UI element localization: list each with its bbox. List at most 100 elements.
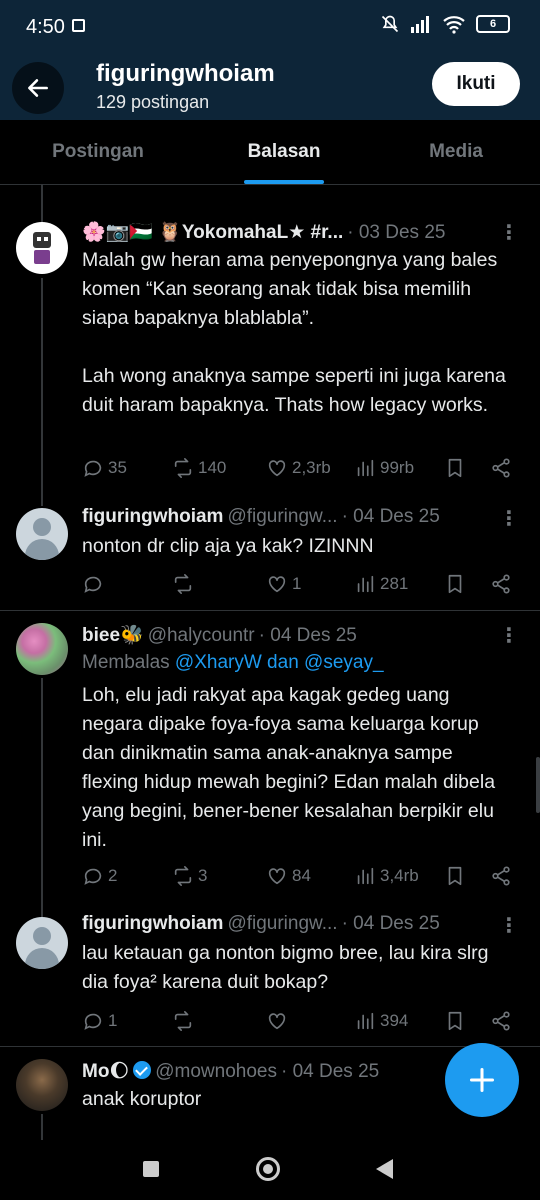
tab-label: Postingan xyxy=(52,141,144,162)
reply-icon xyxy=(84,576,102,593)
back-nav-button[interactable] xyxy=(376,1159,393,1179)
bookmark-button[interactable] xyxy=(444,1007,466,1035)
tweet-text: nonton dr clip aja ya kak? IZINNN xyxy=(82,535,374,557)
views-icon xyxy=(357,575,374,593)
bookmark-button[interactable] xyxy=(444,570,466,598)
view-count: 394 xyxy=(380,1011,409,1030)
replying-to-label: Membalas xyxy=(82,652,175,673)
tweet[interactable]: figuringwhoiam @figuringw... · 04 Des 25… xyxy=(0,901,540,1047)
like-count: 84 xyxy=(292,866,311,885)
repost-count: 140 xyxy=(198,458,227,477)
like-button[interactable]: 2,3rb xyxy=(266,454,331,482)
view-count: 99rb xyxy=(380,458,415,477)
views-button[interactable]: 99rb xyxy=(354,454,414,482)
reply-button[interactable] xyxy=(82,570,108,598)
tweet-date: · 03 Des 25 xyxy=(347,222,446,243)
display-name[interactable]: Mo🌔 xyxy=(82,1060,129,1083)
tweet-date: · 04 Des 25 xyxy=(281,1061,380,1082)
signal-icon xyxy=(411,16,429,33)
views-button[interactable]: 3,4rb xyxy=(354,862,419,890)
tweet-text: Loh, elu jadi rakyat apa kagak gedeg uan… xyxy=(82,684,501,851)
tweet-header: 🌸📷🇵🇸 🦉YokomahaL★ #r... · 03 Des 25 xyxy=(82,220,445,244)
reply-icon xyxy=(84,460,102,477)
avatar[interactable] xyxy=(16,917,68,969)
tab-media[interactable]: Media xyxy=(366,120,540,184)
views-button[interactable]: 281 xyxy=(354,570,408,598)
reply-icon xyxy=(84,868,102,885)
more-options-icon[interactable]: ⋮ xyxy=(499,220,519,245)
avatar[interactable] xyxy=(16,508,68,560)
tweet-header: Mo🌔 @mownohoes · 04 Des 25 xyxy=(82,1059,379,1083)
heart-icon xyxy=(268,460,286,477)
mute-icon xyxy=(381,15,399,33)
like-button[interactable]: 1 xyxy=(266,570,301,598)
tab-replies[interactable]: Balasan xyxy=(194,120,374,184)
tweet-text: Malah gw heran ama penyepongnya yang bal… xyxy=(82,249,506,416)
reply-button[interactable]: 35 xyxy=(82,454,127,482)
reply-button[interactable]: 1 xyxy=(82,1007,117,1035)
repost-button[interactable]: 140 xyxy=(172,454,226,482)
share-button[interactable] xyxy=(490,1007,512,1035)
replying-to-mentions[interactable]: @XharyW dan @seyay_ xyxy=(175,652,384,673)
tweet-actions: 35 140 2,3rb 99rb xyxy=(82,454,522,482)
tab-label: Media xyxy=(429,141,483,162)
avatar[interactable] xyxy=(16,623,68,675)
bookmark-button[interactable] xyxy=(444,862,466,890)
like-button[interactable]: 84 xyxy=(266,862,311,890)
display-name[interactable]: figuringwhoiam xyxy=(82,506,223,528)
plus-icon xyxy=(469,1067,495,1093)
handle: @halycountr xyxy=(147,625,255,646)
heart-icon xyxy=(268,868,286,885)
share-button[interactable] xyxy=(490,454,512,482)
screenshot-indicator-icon xyxy=(72,19,85,32)
tab-posts[interactable]: Postingan xyxy=(8,120,188,184)
battery-icon: 6 xyxy=(476,15,510,33)
follow-button[interactable]: Ikuti xyxy=(432,62,520,106)
share-icon xyxy=(492,866,510,886)
like-button[interactable] xyxy=(266,1007,292,1035)
like-count: 1 xyxy=(292,574,302,593)
display-name[interactable]: biee🐝 xyxy=(82,623,144,647)
wifi-icon xyxy=(443,16,465,34)
back-button[interactable] xyxy=(12,62,64,114)
profile-tabs: Postingan Balasan Media xyxy=(0,120,540,185)
tweet-date: · 04 Des 25 xyxy=(258,625,357,646)
recents-button[interactable] xyxy=(143,1161,159,1177)
more-options-icon[interactable]: ⋮ xyxy=(499,506,519,531)
repost-icon xyxy=(174,1011,192,1031)
tweet-header: figuringwhoiam @figuringw... · 04 Des 25 xyxy=(82,506,440,528)
tweet[interactable]: 🌸📷🇵🇸 🦉YokomahaL★ #r... · 03 Des 25 ⋮ Mal… xyxy=(0,206,540,496)
display-name[interactable]: 🌸📷🇵🇸 🦉YokomahaL★ #r... xyxy=(82,220,343,244)
share-button[interactable] xyxy=(490,570,512,598)
share-button[interactable] xyxy=(490,862,512,890)
more-options-icon[interactable]: ⋮ xyxy=(499,913,519,938)
repost-icon xyxy=(174,574,192,594)
reply-button[interactable]: 2 xyxy=(82,862,117,890)
repost-button[interactable] xyxy=(172,1007,198,1035)
compose-button[interactable] xyxy=(445,1043,519,1117)
share-icon xyxy=(492,574,510,594)
bookmark-icon xyxy=(448,458,462,478)
tweet[interactable]: figuringwhoiam @figuringw... · 04 Des 25… xyxy=(0,496,540,611)
tweet[interactable]: biee🐝 @halycountr · 04 Des 25 ⋮ Membalas… xyxy=(0,611,540,901)
home-button[interactable] xyxy=(256,1157,280,1181)
status-time: 4:50 xyxy=(26,16,65,38)
display-name[interactable]: figuringwhoiam xyxy=(82,913,223,935)
handle: @figuringw... xyxy=(227,913,338,934)
more-options-icon[interactable]: ⋮ xyxy=(499,623,519,648)
system-nav-bar xyxy=(0,1140,540,1200)
bookmark-button[interactable] xyxy=(444,454,466,482)
views-button[interactable]: 394 xyxy=(354,1007,408,1035)
bookmark-icon xyxy=(448,1011,462,1031)
repost-button[interactable] xyxy=(172,570,198,598)
scrollbar[interactable] xyxy=(536,757,540,813)
status-bar: 4:50 6 xyxy=(0,0,540,56)
tweet-header: figuringwhoiam @figuringw... · 04 Des 25 xyxy=(82,913,440,935)
avatar[interactable] xyxy=(16,1059,68,1111)
bookmark-icon xyxy=(448,866,462,886)
reply-icon xyxy=(84,1013,102,1030)
avatar[interactable] xyxy=(16,222,68,274)
repost-button[interactable]: 3 xyxy=(172,862,207,890)
reply-count: 1 xyxy=(108,1011,118,1030)
repost-icon xyxy=(174,866,192,886)
